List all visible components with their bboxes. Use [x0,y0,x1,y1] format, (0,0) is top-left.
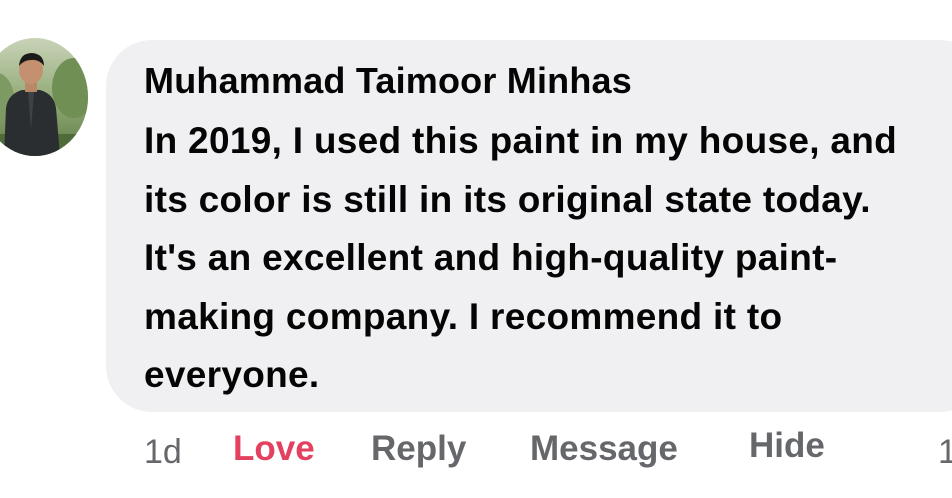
love-reaction-button[interactable]: Love [233,424,315,474]
comment-timestamp[interactable]: 1d [144,427,182,477]
comment-line: It's an excellent and high-quality paint… [144,237,838,279]
comment-line: everyone. [144,354,320,396]
comment-actions: 1d Love Reply Message Hide 1 [0,424,952,474]
reaction-count[interactable]: 1 [938,427,952,477]
message-button[interactable]: Message [530,424,678,474]
comment-line: In 2019, I used this paint in my house, … [144,120,898,161]
comment-view: Muhammad Taimoor Minhas In 2019, I used … [0,0,952,498]
avatar[interactable] [0,38,88,156]
comment-author-name[interactable]: Muhammad Taimoor Minhas [144,60,632,102]
comment-line: its color is still in its original state… [144,178,871,220]
comment-text: In 2019, I used this paint in my house, … [144,112,897,405]
profile-photo-icon [0,38,88,156]
reply-button[interactable]: Reply [371,424,466,474]
comment-line: making company. I recommend it to [144,295,783,337]
hide-button[interactable]: Hide [749,421,825,471]
